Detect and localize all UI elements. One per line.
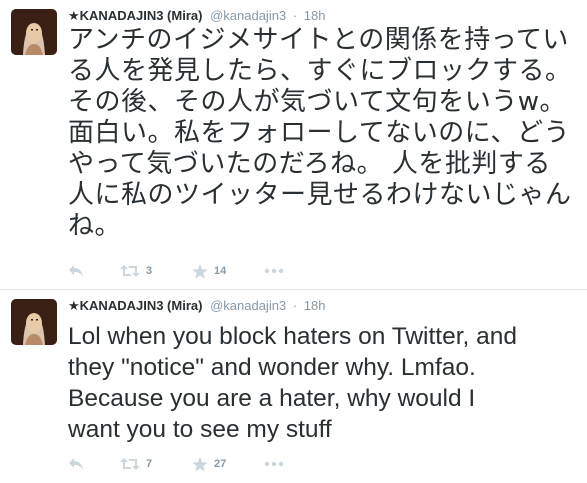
separator: · <box>292 298 298 313</box>
display-name[interactable]: ★KANADAJIN3 (Mira) <box>68 8 202 23</box>
tweet-text-line: ね。 <box>68 211 122 241</box>
tweet-text-line: Because you are a hater, why would I <box>68 385 476 412</box>
tweet-text-line: やって気づいたのだろね。 人を批判する <box>68 149 551 179</box>
tweet-text-line: they "notice" and wonder why. Lmfao. <box>68 354 476 381</box>
star-icon <box>192 263 208 278</box>
tweet-actions: 7 27 <box>68 455 294 473</box>
avatar[interactable] <box>11 9 57 55</box>
star-icon <box>192 456 208 471</box>
avatar[interactable] <box>11 299 57 345</box>
favorite-button[interactable]: 27 <box>192 456 264 472</box>
tweet[interactable]: ★KANADAJIN3 (Mira) @kanadajin3 · 18h Lol… <box>0 290 587 483</box>
favorite-button[interactable]: 14 <box>192 263 264 279</box>
retweet-icon <box>120 265 140 277</box>
tweet-header: ★KANADAJIN3 (Mira) @kanadajin3 · 18h <box>68 298 325 314</box>
tweet-actions: 3 14 <box>68 262 294 280</box>
tweet-header: ★KANADAJIN3 (Mira) @kanadajin3 · 18h <box>68 8 325 24</box>
more-button[interactable] <box>264 461 294 467</box>
reply-button[interactable] <box>68 457 120 471</box>
more-icon <box>264 461 284 467</box>
favorite-count: 14 <box>214 265 227 277</box>
tweet-text-line: る人を発見したら、すぐにブロックする。 <box>68 56 572 86</box>
tweet-text-line: 人に私のツイッター見せるわけないじゃん <box>68 180 572 210</box>
username[interactable]: @kanadajin3 <box>210 298 286 313</box>
more-button[interactable] <box>264 268 294 274</box>
username[interactable]: @kanadajin3 <box>210 8 286 23</box>
tweet-text-line: その後、その人が気づいて文句をいうw。 <box>68 87 566 117</box>
tweet-text-line: アンチのイジメサイトとの関係を持ってい <box>68 25 569 55</box>
reply-icon <box>69 265 83 277</box>
retweet-count: 7 <box>146 458 153 470</box>
favorite-count: 27 <box>214 458 227 470</box>
retweet-icon <box>120 458 140 470</box>
tweet-text: アンチのイジメサイトとの関係を持ってい る人を発見したら、すぐにブロックする。 … <box>68 25 581 242</box>
tweet-text-line: want you to see my stuff <box>68 416 332 443</box>
separator: · <box>292 8 298 23</box>
tweet[interactable]: ★KANADAJIN3 (Mira) @kanadajin3 · 18h アンチ… <box>0 0 587 290</box>
display-name[interactable]: ★KANADAJIN3 (Mira) <box>68 298 202 313</box>
retweet-button[interactable]: 3 <box>120 264 192 278</box>
tweet-text-line: 面白い。私をフォローしてないのに、どう <box>68 118 570 148</box>
more-icon <box>264 268 284 274</box>
timestamp[interactable]: 18h <box>304 298 326 313</box>
retweet-button[interactable]: 7 <box>120 457 192 471</box>
timestamp[interactable]: 18h <box>304 8 326 23</box>
reply-icon <box>69 458 83 470</box>
tweet-text: Lol when you block haters on Twitter, an… <box>68 321 581 445</box>
reply-button[interactable] <box>68 264 120 278</box>
retweet-count: 3 <box>146 265 153 277</box>
tweet-text-line: Lol when you block haters on Twitter, an… <box>68 323 517 350</box>
